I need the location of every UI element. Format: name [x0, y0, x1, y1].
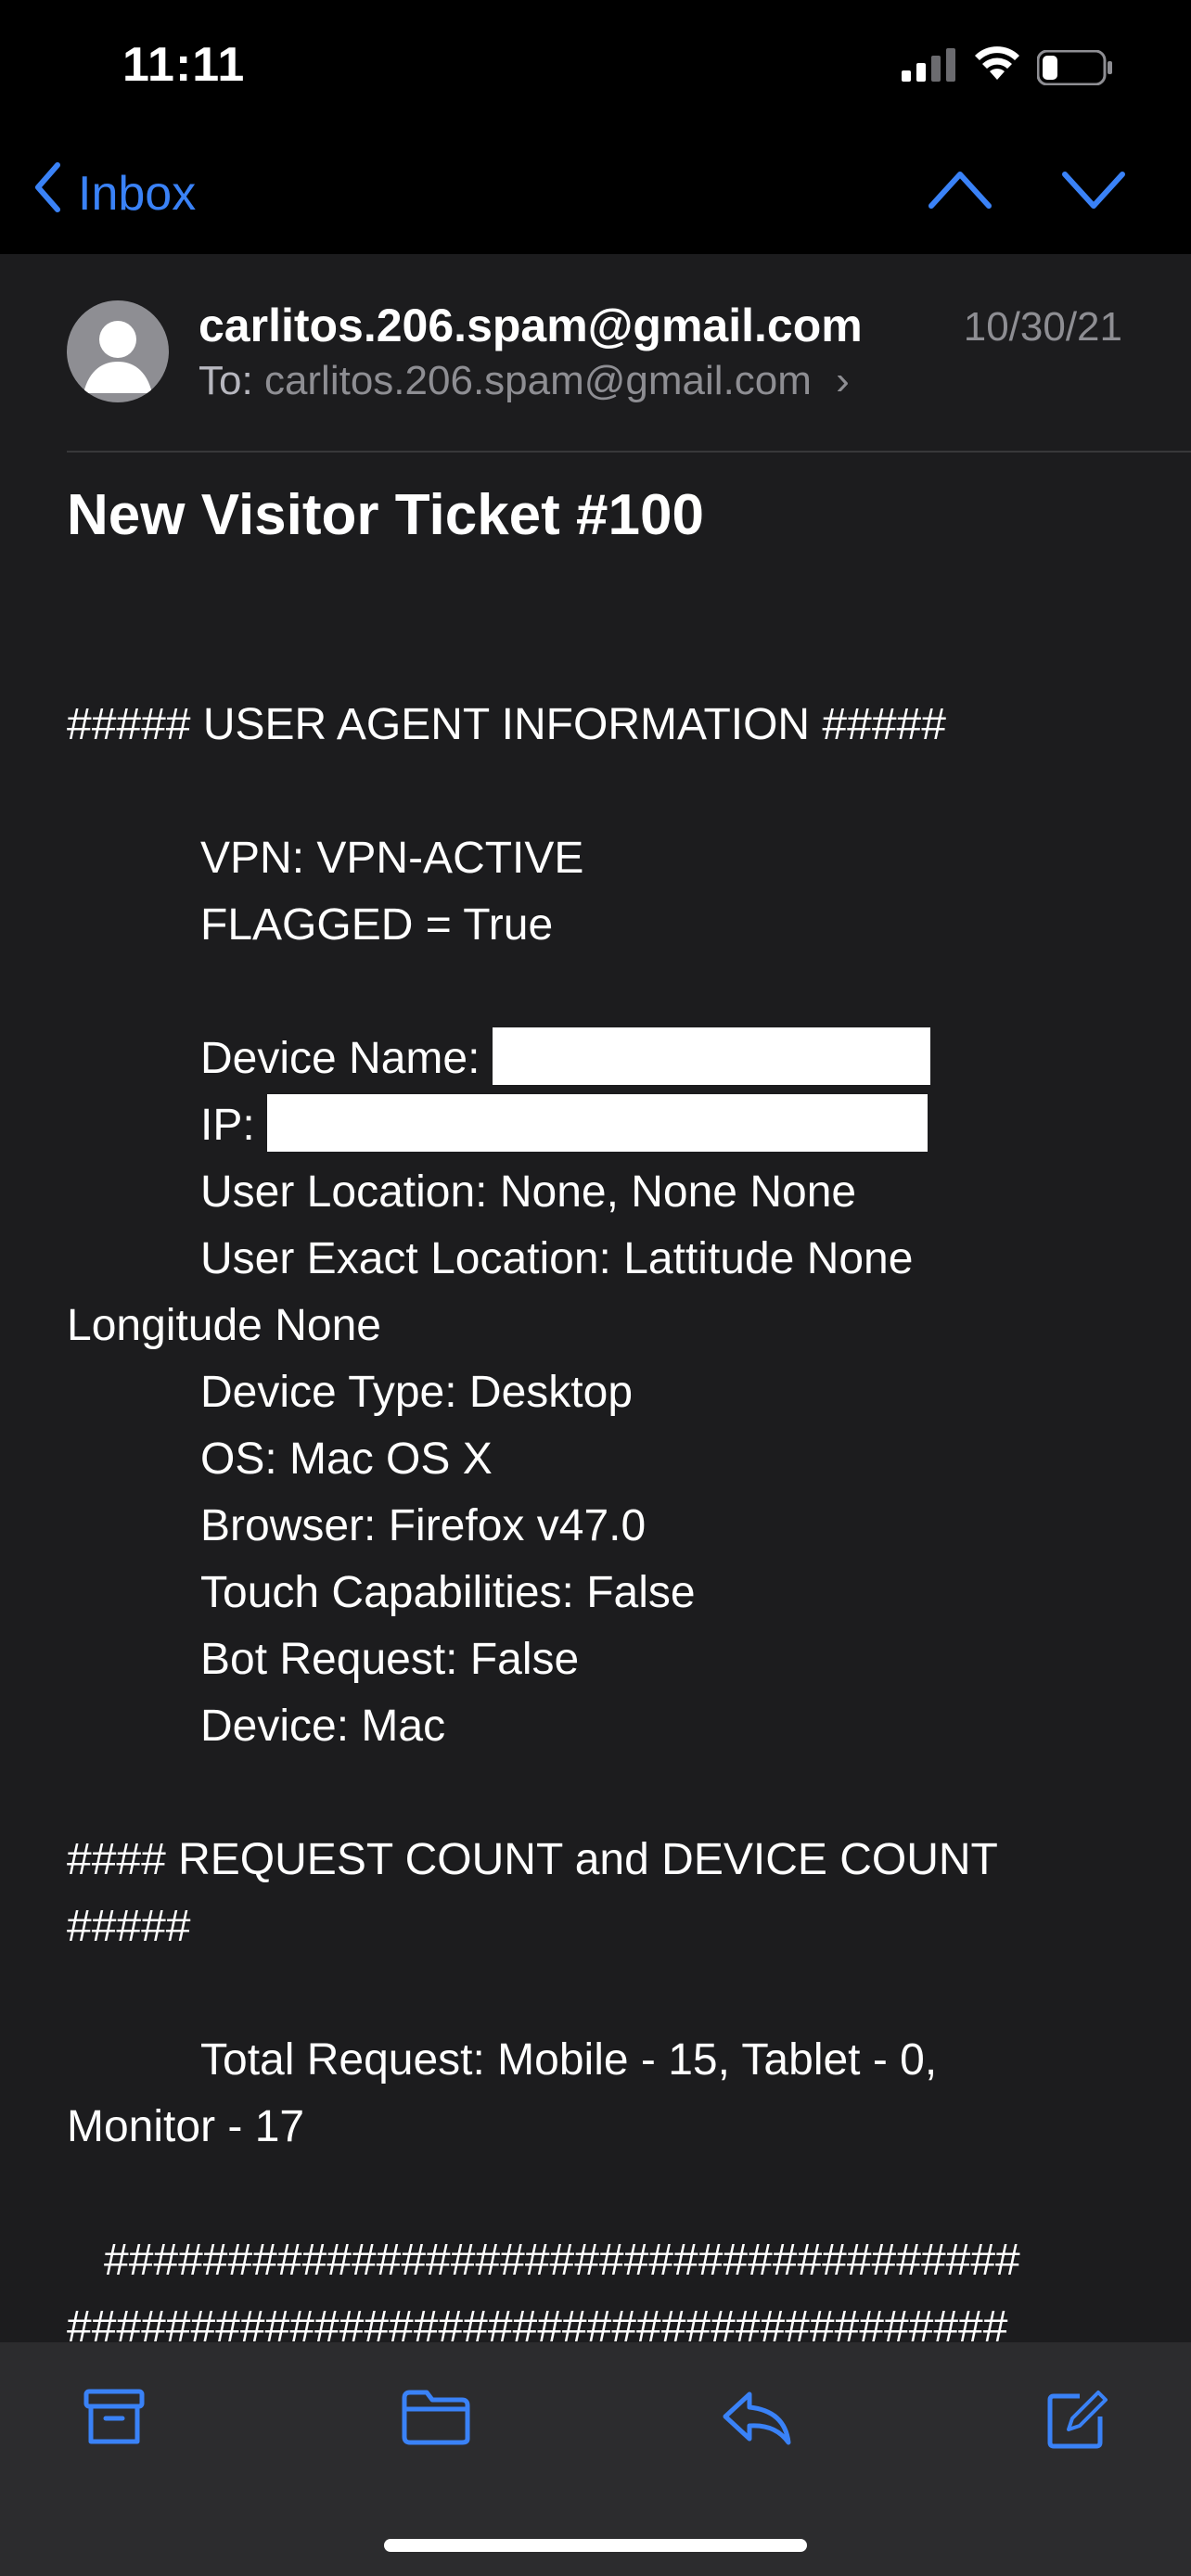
archive-icon[interactable] [83, 2389, 145, 2451]
sender-address[interactable]: carlitos.206.spam@gmail.com [198, 299, 863, 352]
exact-location-line-wrap: Longitude None [67, 1301, 381, 1350]
count-header: #### REQUEST COUNT and DEVICE COUNT [67, 1835, 998, 1884]
device-name-label: Device Name: [200, 1034, 480, 1083]
os-line: OS: Mac OS X [200, 1435, 493, 1484]
email-header: carlitos.206.spam@gmail.com To: carlitos… [0, 254, 1191, 453]
chevron-down-icon[interactable] [1061, 167, 1126, 218]
recipient-address: carlitos.206.spam@gmail.com [263, 358, 812, 403]
nav-bar: Inbox [0, 130, 1191, 254]
chevron-left-icon [33, 161, 78, 225]
avatar[interactable] [67, 300, 169, 402]
redaction-box [492, 1027, 930, 1086]
to-label: To: [198, 358, 253, 403]
email-subject: New Visitor Ticket #100 [67, 483, 704, 547]
back-to-inbox-button[interactable]: Inbox [33, 161, 196, 225]
person-icon [83, 321, 152, 393]
count-header-wrap: ##### [67, 1902, 191, 1951]
touch-line: Touch Capabilities: False [200, 1568, 696, 1617]
back-label: Inbox [78, 166, 197, 221]
email-body: ##### USER AGENT INFORMATION ##### VPN: … [67, 692, 1133, 2361]
user-location-line: User Location: None, None None [200, 1167, 857, 1217]
recipient-line[interactable]: To: carlitos.206.spam@gmail.com › [198, 358, 850, 404]
status-bar: 11:11 [0, 0, 1191, 130]
chevron-up-icon[interactable] [928, 167, 992, 218]
vpn-line: VPN: VPN-ACTIVE [200, 834, 584, 883]
ip-label: IP: [200, 1101, 255, 1150]
redaction-box [267, 1094, 928, 1153]
chevron-right-icon: › [836, 358, 850, 403]
signal-icon [902, 48, 957, 86]
device-type-line: Device Type: Desktop [200, 1368, 634, 1417]
folder-icon[interactable] [401, 2389, 471, 2451]
home-indicator[interactable] [384, 2539, 807, 2552]
device-name-line: Device Name: [67, 1026, 1133, 1092]
divider [67, 451, 1191, 453]
email-date: 10/30/21 [963, 304, 1122, 350]
browser-line: Browser: Firefox v47.0 [200, 1501, 647, 1550]
exact-location-line: User Exact Location: Lattitude None [200, 1234, 914, 1283]
battery-icon [1036, 49, 1115, 90]
total-request-line: Total Request: Mobile - 15, Tablet - 0, [200, 2035, 938, 2085]
ip-line: IP: [67, 1092, 1133, 1159]
device-line: Device: Mac [200, 1702, 446, 1751]
wifi-icon [974, 45, 1020, 86]
compose-icon[interactable] [1046, 2389, 1108, 2455]
status-time: 11:11 [122, 38, 246, 92]
bot-line: Bot Request: False [200, 1635, 580, 1684]
flagged-line: FLAGGED = True [200, 900, 554, 950]
reply-icon[interactable] [722, 2389, 792, 2451]
total-request-line-wrap: Monitor - 17 [67, 2102, 305, 2151]
ua-header: ##### USER AGENT INFORMATION ##### [67, 700, 946, 749]
hash-separator: ##################################### [104, 2236, 1020, 2285]
